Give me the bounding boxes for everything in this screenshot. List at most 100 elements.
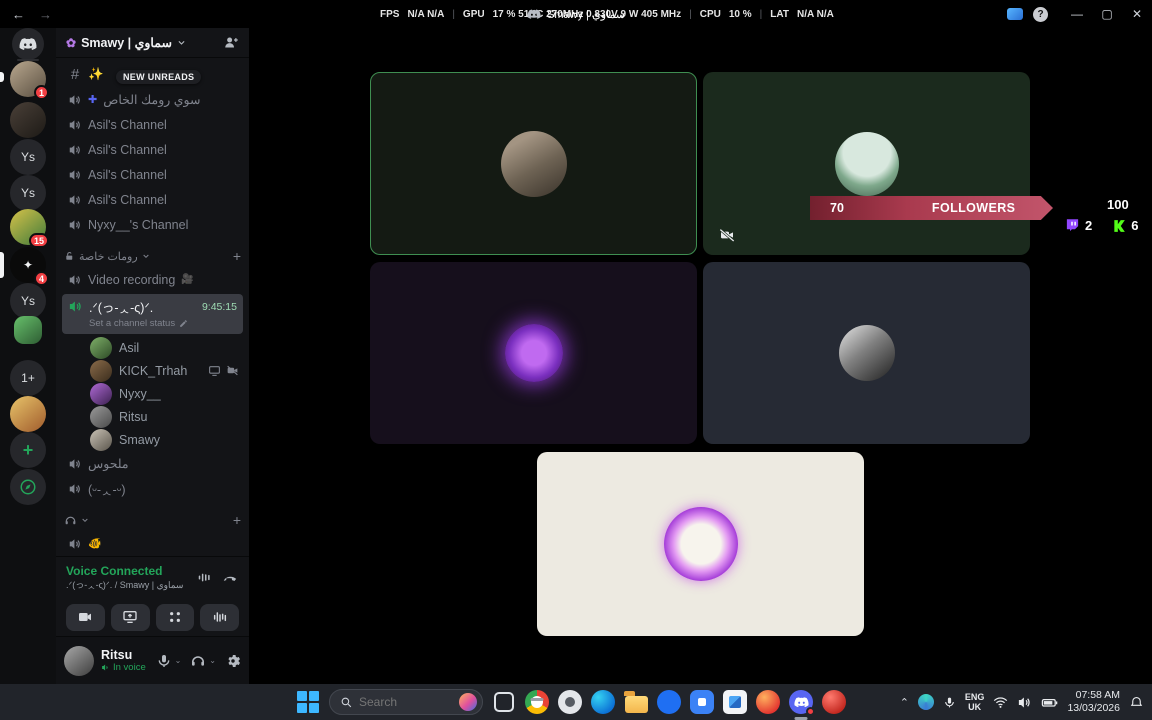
create-channel-button[interactable]: + — [233, 512, 241, 528]
video-tile[interactable] — [703, 262, 1030, 444]
taskbar-app[interactable] — [690, 690, 714, 714]
voice-member[interactable]: KICK_Trhah — [56, 359, 249, 382]
chevron-down-icon[interactable]: ⌄ — [175, 656, 182, 665]
voice-channel-path[interactable]: .ᐟ(っ-ᆺ-ς)ᐟ. / Smawy | سماوي — [66, 578, 183, 591]
channel-status-hint[interactable]: Set a channel status — [89, 318, 175, 329]
taskbar-app-discord[interactable] — [789, 690, 815, 716]
camera-button[interactable] — [66, 603, 105, 631]
explore-servers-button[interactable] — [10, 469, 46, 505]
channel-list: # ✨ ✚ سوي رومك الخاص Asil's Channel Asil… — [56, 58, 249, 556]
new-unreads-pill[interactable]: NEW UNREADS — [116, 70, 202, 84]
tray-overflow-chevron[interactable]: ⌃ — [900, 696, 909, 709]
server-icon[interactable]: 15 — [10, 209, 49, 248]
server-icon[interactable]: Ys — [10, 175, 46, 211]
minimize-button[interactable]: — — [1062, 0, 1092, 28]
stat-label: LAT — [770, 8, 789, 20]
voice-channel[interactable]: Asil's Channel — [62, 112, 243, 137]
compass-icon — [20, 479, 36, 495]
server-icon-selected[interactable]: ✦ 4 — [10, 247, 49, 286]
chevron-down-icon — [178, 40, 185, 45]
video-tile[interactable] — [370, 262, 697, 444]
video-tile-speaking[interactable] — [370, 72, 697, 255]
voice-channel[interactable]: Asil's Channel — [62, 162, 243, 187]
forward-arrow-icon[interactable]: → — [39, 7, 52, 22]
volume-icon[interactable] — [1017, 695, 1032, 710]
voice-channel[interactable]: Nyxy__'s Channel — [62, 212, 243, 237]
server-icon[interactable]: Ys — [10, 139, 46, 175]
discord-home-button[interactable] — [12, 28, 44, 60]
create-channel-button[interactable]: + — [233, 248, 241, 264]
username[interactable]: Ritsu — [101, 648, 146, 662]
voice-member[interactable]: Asil — [56, 336, 249, 359]
language-indicator[interactable]: ENG UK — [965, 692, 985, 713]
close-button[interactable]: ✕ — [1122, 0, 1152, 28]
taskbar-app[interactable] — [822, 690, 846, 714]
voice-member[interactable]: Smawy — [56, 428, 249, 451]
dm-avatar[interactable]: 1 — [10, 61, 49, 100]
voice-channel[interactable]: ✚ سوي رومك الخاص — [62, 87, 243, 112]
server-icon[interactable] — [14, 316, 42, 344]
taskbar-app[interactable] — [558, 690, 582, 714]
voice-channel[interactable]: Asil's Channel — [62, 187, 243, 212]
user-panel: Ritsu In voice ⌄ ⌄ — [56, 636, 249, 684]
server-emoji-icon: ✿ — [66, 35, 77, 50]
followers-banner: 70 FOLLOWERS — [810, 196, 1053, 220]
voice-channel[interactable]: (ᵕ-ᆺ-ᵕ) — [62, 476, 243, 501]
taskbar-app-edge[interactable] — [591, 690, 615, 714]
taskbar-app[interactable] — [657, 690, 681, 714]
taskbar-search[interactable] — [329, 689, 483, 715]
start-button[interactable] — [296, 690, 320, 714]
taskbar-app[interactable] — [756, 690, 780, 714]
help-button[interactable]: ? — [1033, 6, 1048, 22]
wifi-icon[interactable] — [993, 695, 1008, 710]
tray-app-icon[interactable] — [917, 694, 934, 710]
search-input[interactable] — [359, 695, 447, 709]
voice-channel[interactable]: Video recording 🎥 — [62, 267, 243, 292]
taskbar-app-file-explorer[interactable] — [624, 690, 648, 714]
active-voice-channel[interactable]: .ᐟ(っ-ᆺ-ς)ᐟ. 9:45:15 Set a channel status — [62, 294, 243, 334]
voice-channel[interactable]: 🐠 — [62, 531, 243, 556]
voice-member[interactable]: Ritsu — [56, 405, 249, 428]
voice-member[interactable]: Nyxy__ — [56, 382, 249, 405]
battery-icon[interactable] — [1041, 694, 1058, 711]
voice-channel[interactable]: Asil's Channel — [62, 137, 243, 162]
noise-suppression-icon[interactable] — [197, 570, 212, 585]
settings-gear-icon[interactable] — [225, 653, 241, 669]
category-private-rooms[interactable]: رومات خاصة + — [56, 245, 249, 267]
avatar[interactable] — [64, 645, 94, 676]
voice-channel[interactable]: ملحوس — [62, 451, 243, 476]
notification-badge: 4 — [33, 271, 49, 286]
server-header[interactable]: ✿ Smawy | سماوي — [56, 28, 249, 58]
taskbar-app[interactable] — [723, 690, 747, 714]
tray-microphone-icon[interactable] — [943, 696, 956, 709]
chevron-down-icon[interactable]: ⌄ — [209, 656, 216, 665]
activities-button[interactable] — [155, 603, 195, 631]
maximize-button[interactable]: ▢ — [1092, 0, 1122, 28]
category-headphones[interactable]: + — [56, 509, 249, 531]
video-tile[interactable] — [537, 452, 864, 636]
camera-off-icon — [719, 228, 735, 243]
pip-icon[interactable] — [1007, 8, 1023, 20]
microphone-icon[interactable] — [156, 653, 172, 669]
clock[interactable]: 07:58 AM 13/03/2026 — [1067, 689, 1120, 715]
disconnect-call-icon[interactable] — [222, 569, 239, 586]
more-dms-button[interactable]: 1+ — [10, 360, 46, 396]
kick-icon — [1114, 219, 1126, 232]
soundboard-button[interactable] — [200, 603, 239, 631]
activities-icon — [169, 612, 180, 622]
headphones-icon[interactable] — [190, 653, 206, 669]
task-view-button[interactable] — [492, 690, 516, 714]
notifications-bell-icon[interactable] — [1129, 695, 1144, 710]
taskbar-app-chrome[interactable] — [525, 690, 549, 714]
invite-member-icon[interactable] — [224, 35, 239, 50]
back-arrow-icon[interactable]: ← — [12, 7, 25, 22]
screenshare-button[interactable] — [110, 603, 150, 631]
time: 07:58 AM — [1075, 688, 1120, 701]
dm-avatar[interactable] — [10, 102, 46, 138]
taskbar: ⌃ ENG UK 07:58 AM 13/03/2026 — [0, 684, 1152, 720]
video-tile[interactable] — [703, 72, 1030, 255]
server-icon[interactable]: Ys — [10, 283, 46, 319]
separator: | — [759, 8, 763, 20]
server-icon[interactable] — [10, 396, 46, 432]
add-server-button[interactable]: + — [10, 432, 46, 468]
